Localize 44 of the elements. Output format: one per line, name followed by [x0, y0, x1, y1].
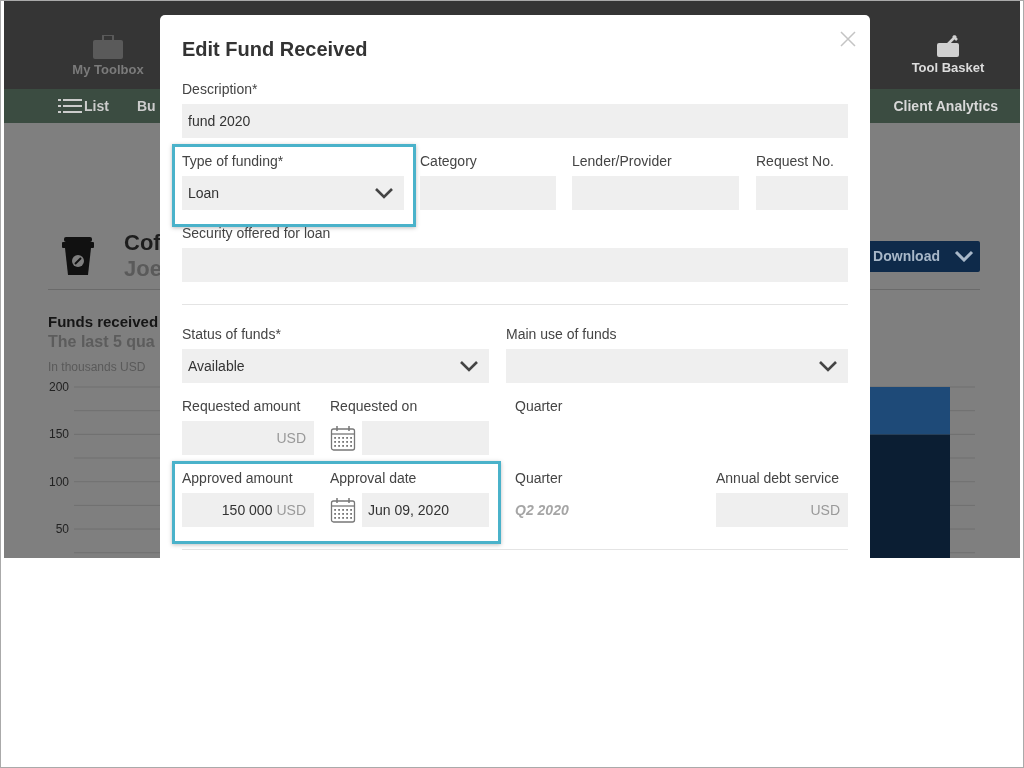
- field-label: Annual debt service: [716, 470, 840, 486]
- dropdown[interactable]: [506, 349, 848, 383]
- calendar-icon: [330, 425, 356, 451]
- close-icon[interactable]: [840, 31, 856, 47]
- dropdown[interactable]: Available: [182, 349, 489, 383]
- list-icon: [58, 97, 82, 115]
- field-label: Requested on: [330, 398, 419, 414]
- toolbox-icon: [936, 35, 960, 57]
- text-field[interactable]: fund 2020: [182, 104, 848, 138]
- field-label: Approved amount: [182, 470, 294, 486]
- date-field[interactable]: Jun 09, 2020: [362, 493, 489, 527]
- nav-link[interactable]: Client Analytics: [893, 98, 998, 114]
- axis-tick-label: 100: [48, 474, 69, 489]
- field-label: Requested amount: [182, 398, 302, 414]
- field-label: Approval date: [330, 470, 418, 486]
- calendar-icon: [330, 497, 356, 523]
- nav-link[interactable]: List: [84, 98, 109, 114]
- chart-title: Funds received: [48, 313, 159, 330]
- field-label: Request No.: [756, 153, 835, 169]
- chevron-down-icon: [374, 187, 394, 199]
- quarter-value: Q2 2020: [515, 502, 569, 518]
- chevron-down-icon: [954, 250, 974, 262]
- chevron-down-icon: [459, 360, 479, 372]
- axis-tick-label: 150: [48, 427, 69, 442]
- axis-tick-label: 50: [55, 522, 69, 537]
- dropdown[interactable]: Loan: [182, 176, 404, 210]
- field-label: Main use of funds: [506, 326, 618, 342]
- field-label: Quarter: [515, 398, 564, 414]
- nav-link[interactable]: Bu: [136, 98, 156, 114]
- field-label: Security offered for loan: [182, 225, 332, 241]
- field-label: Type of funding*: [182, 153, 285, 169]
- coffee-cup-icon: [62, 235, 94, 277]
- dialog-title: Edit Fund Received: [182, 37, 368, 61]
- field-label: Quarter: [515, 470, 564, 486]
- chevron-down-icon: [818, 360, 838, 372]
- amount-field[interactable]: 150 000 USD: [182, 493, 314, 527]
- company-name: Cof: [124, 230, 162, 256]
- axis-tick-label: 200: [48, 380, 69, 394]
- field-label: Category: [420, 153, 478, 169]
- briefcase-icon: [93, 35, 123, 59]
- toolbar-item[interactable]: Tool Basket: [908, 1, 988, 89]
- field-label: Status of funds*: [182, 326, 282, 342]
- field-label: Lender/Provider: [572, 153, 673, 169]
- field-label: Description*: [182, 81, 259, 97]
